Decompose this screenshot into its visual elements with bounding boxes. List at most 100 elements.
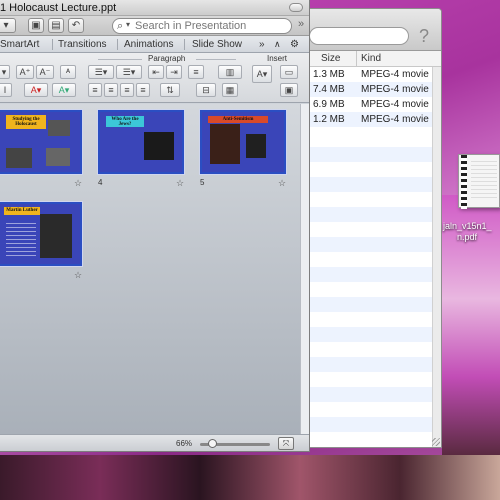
shrink-font-button[interactable]: A⁻ xyxy=(36,65,54,79)
resize-grip-icon[interactable] xyxy=(432,438,440,446)
align-left-button[interactable]: ≡ xyxy=(88,83,102,97)
group-label-paragraph: Paragraph xyxy=(148,54,186,63)
search-input[interactable]: ⌕ ▾ Search in Presentation xyxy=(112,18,292,34)
highlight-button[interactable]: A▾ xyxy=(52,83,76,97)
increase-indent-button[interactable]: ⇥ xyxy=(166,65,182,79)
slide-photo xyxy=(246,134,266,158)
tab-smartart[interactable]: SmartArt xyxy=(0,36,39,53)
slide-title: Studying the Holocaust xyxy=(6,115,46,129)
shape-button[interactable]: ▭ xyxy=(280,65,298,79)
finder-scrollbar[interactable] xyxy=(432,67,441,447)
text-box-button[interactable]: A▾ xyxy=(252,65,272,83)
tab-separator xyxy=(52,39,53,50)
tab-overflow-icon[interactable]: » xyxy=(259,36,265,53)
file-kind: MPEG-4 movie xyxy=(361,99,429,110)
line-spacing-button[interactable]: ≡ xyxy=(188,65,204,79)
save-button[interactable]: ▣ xyxy=(28,18,44,33)
help-icon[interactable]: ? xyxy=(413,25,435,47)
slide-thumbnail[interactable]: Who Are the Jews? xyxy=(98,110,184,174)
slide-photo xyxy=(144,132,174,160)
slide-number: 4 xyxy=(98,178,103,187)
fit-to-window-button[interactable]: ⤧ xyxy=(278,437,294,450)
tab-separator xyxy=(117,39,118,50)
font-color-button[interactable]: A▾ xyxy=(24,83,48,97)
slide-title: Who Are the Jews? xyxy=(106,116,144,127)
slide-photo xyxy=(46,148,70,166)
finder-file-list: 1.3 MB MPEG-4 movie 7.4 MB MPEG-4 movie … xyxy=(301,67,441,127)
transition-star-icon: ☆ xyxy=(176,178,185,188)
document-lines-decoration xyxy=(471,161,497,201)
picture-button[interactable]: ▣ xyxy=(280,83,298,97)
ribbon-tabs: SmartArt Transitions Animations Slide Sh… xyxy=(0,36,309,53)
slide-number: 5 xyxy=(200,178,205,187)
clear-format-button[interactable]: ᴬ xyxy=(60,65,76,79)
file-kind: MPEG-4 movie xyxy=(361,69,429,80)
transition-star-icon: ☆ xyxy=(74,178,83,188)
search-icon: ⌕ xyxy=(117,20,124,32)
search-placeholder: Search in Presentation xyxy=(135,20,247,32)
align-text-button[interactable]: ⊟ xyxy=(196,83,216,97)
slide-photo xyxy=(6,148,32,168)
zoom-slider-handle[interactable] xyxy=(208,439,217,448)
window-titlebar: 1 Holocaust Lecture.ppt xyxy=(0,0,309,16)
text-direction-button[interactable]: ⇅ xyxy=(160,83,180,97)
transition-star-icon: ☆ xyxy=(74,270,83,280)
font-size-box[interactable]: ▾ xyxy=(0,65,10,79)
film-strip-decoration xyxy=(461,155,467,209)
ribbon-home-panel: Paragraph Insert ▾ A⁺ A⁻ ᴬ ☰▾ ☰▾ ⇤ ⇥ ≡ ▥… xyxy=(0,53,309,103)
finder-window: ? Size Kind 1.3 MB MPEG-4 movie 7.4 MB M… xyxy=(300,8,442,448)
numbering-button[interactable]: ☰▾ xyxy=(116,65,142,79)
toolbar-toggle-button[interactable] xyxy=(289,3,303,12)
file-label-line1: jaln_v15n1_ xyxy=(443,221,492,231)
slide-photo xyxy=(48,120,70,136)
align-center-button[interactable]: ≡ xyxy=(104,83,118,97)
group-divider xyxy=(98,59,142,60)
window-title: 1 Holocaust Lecture.ppt xyxy=(0,2,117,14)
desktop-file-label[interactable]: jaln_v15n1_ n.pdf xyxy=(443,221,500,243)
justify-button[interactable]: ≡ xyxy=(136,83,150,97)
slide-sorter: Studying the Holocaust ☆ Who Are the Jew… xyxy=(0,104,300,434)
pdf-file-icon[interactable] xyxy=(458,154,500,209)
collapse-ribbon-icon[interactable]: ∧ xyxy=(274,36,281,53)
slide-bullets xyxy=(6,220,36,256)
file-row[interactable]: 7.4 MB MPEG-4 movie xyxy=(301,82,441,97)
slide-thumbnail[interactable]: Studying the Holocaust xyxy=(0,110,82,174)
slide-thumbnail[interactable]: Anti-Semitism xyxy=(200,110,286,174)
file-row[interactable]: 1.2 MB MPEG-4 movie xyxy=(301,112,441,127)
tab-slide-show[interactable]: Slide Show xyxy=(192,36,242,53)
group-divider xyxy=(196,59,236,60)
file-row[interactable]: 6.9 MB MPEG-4 movie xyxy=(301,97,441,112)
transition-star-icon: ☆ xyxy=(278,178,287,188)
gear-icon[interactable]: ⚙ xyxy=(290,36,299,53)
slide-title: Martin Luther xyxy=(4,207,40,215)
file-kind: MPEG-4 movie xyxy=(361,84,429,95)
gallery-button[interactable]: ▾ xyxy=(0,18,16,33)
chevron-down-icon: ▾ xyxy=(126,20,131,29)
toolbar-overflow-icon[interactable]: » xyxy=(298,18,304,30)
finder-column-header: Size Kind xyxy=(301,51,441,67)
bullets-button[interactable]: ☰▾ xyxy=(88,65,114,79)
italic-button[interactable]: I xyxy=(0,83,12,97)
align-right-button[interactable]: ≡ xyxy=(120,83,134,97)
group-label-insert: Insert xyxy=(267,54,288,63)
file-kind: MPEG-4 movie xyxy=(361,114,429,125)
slide-sorter-scrollbar[interactable] xyxy=(300,104,309,434)
print-button[interactable]: ▤ xyxy=(48,18,64,33)
column-header-kind[interactable]: Kind xyxy=(357,51,441,66)
status-bar: 66% ⤧ xyxy=(0,434,309,451)
slide-photo xyxy=(210,124,240,164)
tab-animations[interactable]: Animations xyxy=(124,36,173,53)
grow-font-button[interactable]: A⁺ xyxy=(16,65,34,79)
undo-button[interactable]: ↶ xyxy=(68,18,84,33)
finder-empty-rows xyxy=(301,132,441,447)
zoom-level: 66% xyxy=(176,439,193,448)
tab-separator xyxy=(184,39,185,50)
decrease-indent-button[interactable]: ⇤ xyxy=(148,65,164,79)
tab-transitions[interactable]: Transitions xyxy=(58,36,107,53)
columns-button[interactable]: ▥ xyxy=(218,65,242,79)
slide-thumbnail[interactable]: Martin Luther xyxy=(0,202,82,266)
slide-photo xyxy=(40,214,72,258)
smartart-convert-button[interactable]: ▦ xyxy=(222,83,238,97)
file-row[interactable]: 1.3 MB MPEG-4 movie xyxy=(301,67,441,82)
finder-search-input[interactable] xyxy=(309,27,409,45)
